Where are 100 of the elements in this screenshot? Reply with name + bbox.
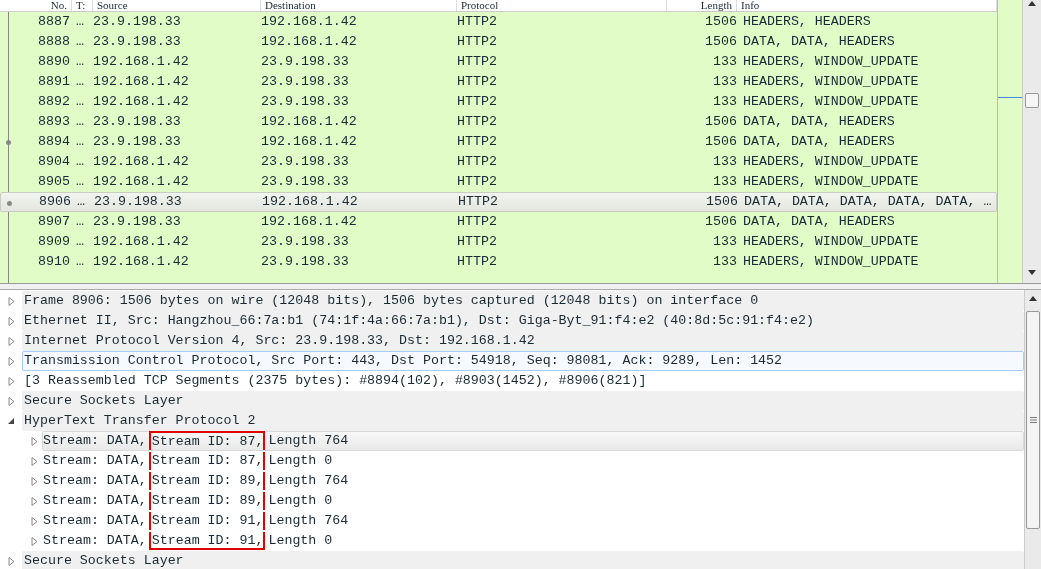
table-cell: 192.168.1.42 (93, 74, 189, 89)
table-cell: HTTP2 (457, 54, 497, 69)
table-cell: … (76, 154, 84, 169)
table-cell: 23.9.198.33 (261, 234, 349, 249)
table-cell: 192.168.1.42 (93, 234, 189, 249)
table-cell: … (76, 14, 84, 29)
tree-item[interactable]: Ethernet II, Src: Hangzhou_66:7a:b1 (74:1f:4a:66:7a:b1), Dst: Giga-Byt_91:f4:e2 (40:8d:5c:91:f4:e2) (22, 311, 1024, 331)
packet-row[interactable]: 8887 … 23.9.198.33 192.168.1.42 HTTP2 1506 HEADERS, HEADERS (0, 12, 997, 32)
table-cell: 1506 (705, 134, 737, 149)
collapsed-triangle-icon[interactable] (7, 336, 15, 346)
table-cell: 23.9.198.33 (93, 34, 181, 49)
table-cell: 192.168.1.42 (261, 14, 357, 29)
table-cell: HEADERS, HEADERS (743, 14, 871, 29)
table-cell: HTTP2 (457, 34, 497, 49)
table-cell: 8910 (38, 254, 70, 269)
table-cell: 192.168.1.42 (262, 194, 358, 209)
scroll-up-arrow-icon[interactable] (1028, 1, 1036, 6)
table-cell: 133 (713, 74, 737, 89)
table-cell: 23.9.198.33 (261, 154, 349, 169)
table-cell: 192.168.1.42 (261, 214, 357, 229)
table-cell: HTTP2 (457, 234, 497, 249)
table-cell: 8894 (38, 134, 70, 149)
table-cell: 23.9.198.33 (261, 74, 349, 89)
table-cell: HEADERS, WINDOW_UPDATE (743, 54, 919, 69)
packet-row[interactable]: 8904 … 192.168.1.42 23.9.198.33 HTTP2 133 HEADERS, WINDOW_UPDATE (0, 152, 997, 172)
table-cell: 23.9.198.33 (261, 174, 349, 189)
tree-item[interactable]: Secure Sockets Layer (22, 391, 1024, 411)
table-cell: 23.9.198.33 (261, 254, 349, 269)
table-cell: 8888 (38, 34, 70, 49)
column-header[interactable]: Protocol (457, 0, 667, 11)
table-cell: 192.168.1.42 (93, 94, 189, 109)
scrollbar-thumb[interactable] (1025, 93, 1039, 108)
tree-item[interactable]: Stream: DATA, Stream ID: 87, Length 764 (42, 431, 1024, 451)
table-cell: 8892 (38, 94, 70, 109)
packet-row[interactable]: 8906 … 23.9.198.33 192.168.1.42 HTTP2 1506 DATA, DATA, DATA, DATA, DATA, … (0, 192, 997, 212)
scrollbar-thumb[interactable] (1026, 311, 1040, 529)
tree-item[interactable]: Frame 8906: 1506 bytes on wire (12048 bits), 1506 bytes captured (12048 bits) on interface 0 (22, 291, 1024, 311)
table-cell: 8893 (38, 114, 70, 129)
table-cell: 23.9.198.33 (94, 194, 182, 209)
table-cell: 8887 (38, 14, 70, 29)
table-cell: HEADERS, WINDOW_UPDATE (743, 94, 919, 109)
scroll-position-line (998, 97, 1022, 98)
table-cell: 23.9.198.33 (261, 54, 349, 69)
table-cell: 1506 (705, 14, 737, 29)
collapsed-triangle-icon[interactable] (7, 556, 15, 566)
table-cell: HTTP2 (457, 134, 497, 149)
tree-item[interactable]: Internet Protocol Version 4, Src: 23.9.198.33, Dst: 192.168.1.42 (22, 331, 1024, 351)
table-cell: 192.168.1.42 (93, 174, 189, 189)
column-header[interactable]: No. (0, 0, 72, 11)
tree-item[interactable]: Secure Sockets Layer (22, 551, 1024, 569)
collapsed-triangle-icon[interactable] (7, 316, 15, 326)
table-cell: HEADERS, WINDOW_UPDATE (743, 74, 919, 89)
table-cell: 23.9.198.33 (93, 134, 181, 149)
collapsed-triangle-icon[interactable] (7, 356, 15, 366)
scroll-down-arrow-icon[interactable] (1028, 270, 1036, 275)
table-cell: 192.168.1.42 (93, 154, 189, 169)
packet-row[interactable]: 8894 … 23.9.198.33 192.168.1.42 HTTP2 1506 DATA, DATA, HEADERS (0, 132, 997, 152)
table-cell: HEADERS, WINDOW_UPDATE (743, 154, 919, 169)
table-cell: 23.9.198.33 (93, 14, 181, 29)
packet-row[interactable]: 8888 … 23.9.198.33 192.168.1.42 HTTP2 1506 DATA, DATA, HEADERS (0, 32, 997, 52)
packet-row[interactable]: 8907 … 23.9.198.33 192.168.1.42 HTTP2 1506 DATA, DATA, HEADERS (0, 212, 997, 232)
column-header[interactable]: Destination (261, 0, 457, 11)
table-cell: 8905 (38, 174, 70, 189)
table-cell: HTTP2 (457, 174, 497, 189)
table-cell: HTTP2 (457, 94, 497, 109)
table-cell: 192.168.1.42 (93, 254, 189, 269)
packet-row[interactable]: 8893 … 23.9.198.33 192.168.1.42 HTTP2 1506 DATA, DATA, HEADERS (0, 112, 997, 132)
collapsed-triangle-icon[interactable] (7, 376, 15, 386)
table-cell: 133 (713, 234, 737, 249)
packet-row[interactable]: 8890 … 192.168.1.42 23.9.198.33 HTTP2 133 HEADERS, WINDOW_UPDATE (0, 52, 997, 72)
packet-row[interactable]: 8909 … 192.168.1.42 23.9.198.33 HTTP2 133 HEADERS, WINDOW_UPDATE (0, 232, 997, 252)
vertical-scrollbar[interactable] (1024, 290, 1041, 569)
table-cell: HTTP2 (457, 154, 497, 169)
table-cell: 8906 (39, 194, 71, 209)
packet-row[interactable]: 8891 … 192.168.1.42 23.9.198.33 HTTP2 133 HEADERS, WINDOW_UPDATE (0, 72, 997, 92)
table-cell: 23.9.198.33 (93, 114, 181, 129)
grip-icon (1029, 417, 1037, 423)
expanded-triangle-icon[interactable] (7, 417, 15, 425)
table-cell: 133 (713, 94, 737, 109)
packet-row[interactable]: 8910 … 192.168.1.42 23.9.198.33 HTTP2 133 HEADERS, WINDOW_UPDATE (0, 252, 997, 272)
scroll-up-arrow-icon[interactable] (1029, 296, 1037, 301)
table-cell: … (76, 94, 84, 109)
table-cell: … (76, 34, 84, 49)
collapsed-triangle-icon[interactable] (7, 396, 15, 406)
packet-row[interactable]: 8905 … 192.168.1.42 23.9.198.33 HTTP2 133 HEADERS, WINDOW_UPDATE (0, 172, 997, 192)
packet-row[interactable]: 8892 … 192.168.1.42 23.9.198.33 HTTP2 133 HEADERS, WINDOW_UPDATE (0, 92, 997, 112)
table-cell: … (76, 254, 84, 269)
table-cell: HEADERS, WINDOW_UPDATE (743, 174, 919, 189)
collapsed-triangle-icon[interactable] (7, 296, 15, 306)
tree-item[interactable]: HyperText Transfer Protocol 2 (22, 411, 1024, 431)
vertical-scrollbar[interactable] (1022, 0, 1041, 283)
column-header[interactable]: Source (93, 0, 261, 11)
table-cell: 23.9.198.33 (93, 214, 181, 229)
table-cell: 133 (713, 254, 737, 269)
column-header[interactable]: T: (72, 0, 93, 11)
table-cell: 1506 (705, 214, 737, 229)
table-cell: 8904 (38, 154, 70, 169)
column-header[interactable]: Length (667, 0, 737, 11)
table-cell: … (76, 114, 84, 129)
tree-item[interactable]: Transmission Control Protocol, Src Port: 443, Dst Port: 54918, Seq: 98081, Ack: 9289, Len: 1452 (22, 351, 1024, 371)
